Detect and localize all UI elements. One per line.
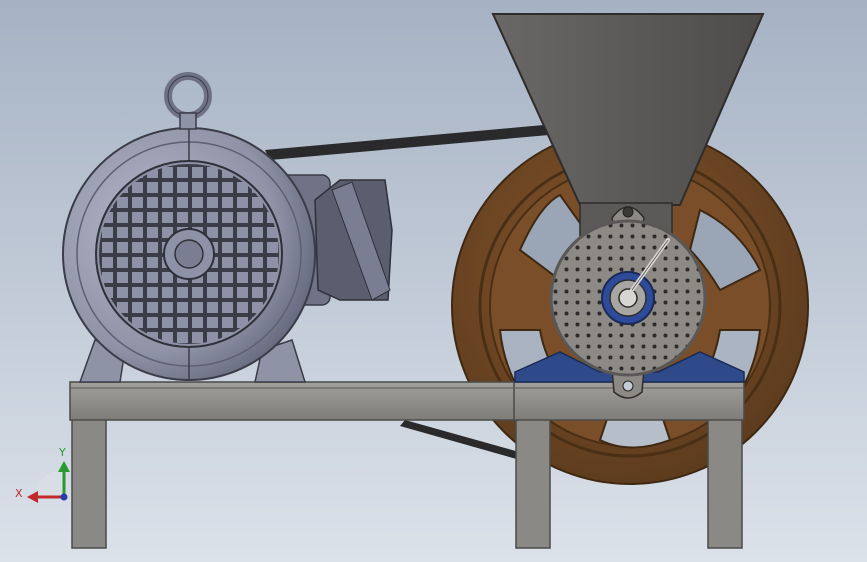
model-scene[interactable]: Y X xyxy=(0,0,867,562)
electric-motor[interactable] xyxy=(62,72,393,383)
lifting-eye-bolt xyxy=(164,72,212,130)
x-axis-label: X xyxy=(15,487,23,500)
y-axis-label: Y xyxy=(58,446,66,459)
cad-viewport[interactable]: Y X xyxy=(0,0,867,562)
coordinate-triad: Y X xyxy=(15,446,70,503)
